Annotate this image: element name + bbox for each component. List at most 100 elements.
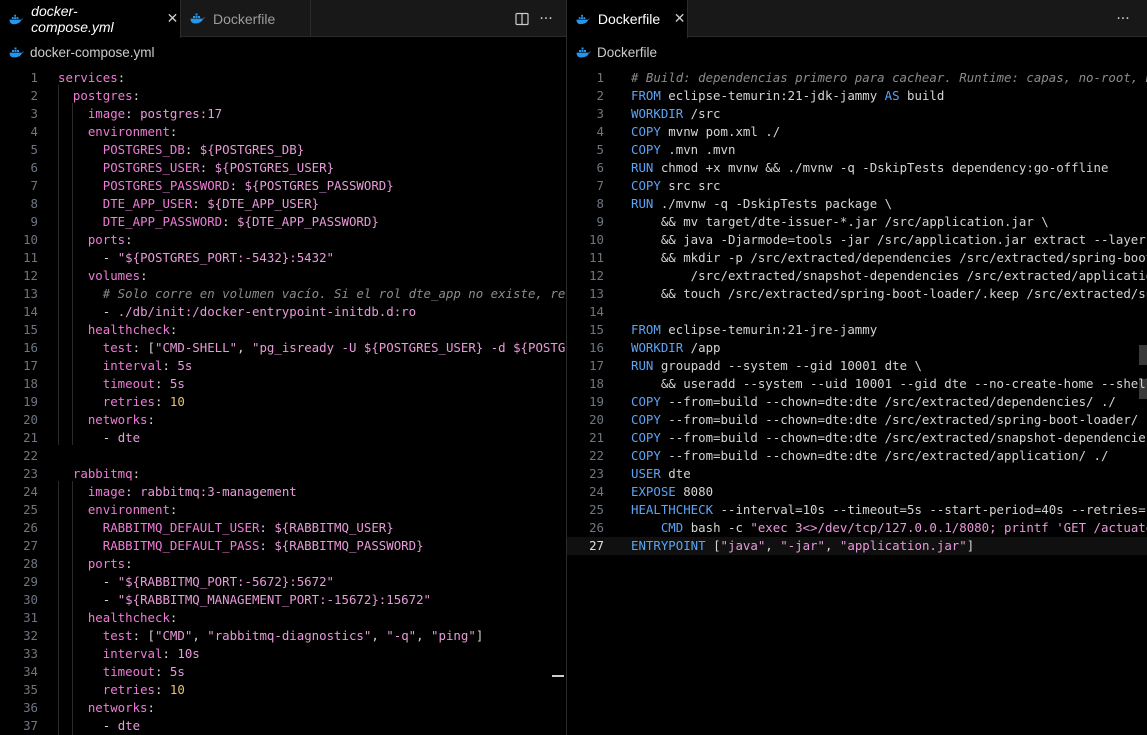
code-line[interactable]: 10 ports:	[0, 231, 566, 249]
tab-docker-compose[interactable]: docker-compose.yml ✕	[0, 0, 181, 38]
code-line[interactable]: 17 interval: 5s	[0, 357, 566, 375]
code-line[interactable]: 10 && java -Djarmode=tools -jar /src/app…	[567, 231, 1147, 249]
breadcrumb[interactable]: Dockerfile	[567, 37, 1147, 67]
code-line[interactable]: 1 services:	[0, 69, 566, 87]
code-line[interactable]: 4 COPY mvnw pom.xml ./	[567, 123, 1147, 141]
code-line[interactable]: 16 test: ["CMD-SHELL", "pg_isready -U ${…	[0, 339, 566, 357]
code-line[interactable]: 15 FROM eclipse-temurin:21-jre-jammy	[567, 321, 1147, 339]
code-token: :	[162, 358, 178, 373]
code-line[interactable]: 24 EXPOSE 8080	[567, 483, 1147, 501]
code-line[interactable]: 17 RUN groupadd --system --gid 10001 dte …	[567, 357, 1147, 375]
tab-dockerfile[interactable]: Dockerfile	[181, 0, 311, 37]
code-line[interactable]: 13 # Solo corre en volumen vacío. Si el …	[0, 285, 566, 303]
code-line[interactable]: 24 image: rabbitmq:3-management	[0, 483, 566, 501]
code-line[interactable]: 27 RABBITMQ_DEFAULT_PASS: ${RABBITMQ_PAS…	[0, 537, 566, 555]
code-line[interactable]: 11 - "${POSTGRES_PORT:-5432}:5432"	[0, 249, 566, 267]
code-line[interactable]: 8 DTE_APP_USER: ${DTE_APP_USER}	[0, 195, 566, 213]
code-line[interactable]: 21 COPY --from=build --chown=dte:dte /src…	[567, 429, 1147, 447]
code-line[interactable]: 9 DTE_APP_PASSWORD: ${DTE_APP_PASSWORD}	[0, 213, 566, 231]
code-token: -	[58, 592, 118, 607]
code-line[interactable]: 25 environment:	[0, 501, 566, 519]
code-token: "-jar"	[780, 538, 825, 553]
line-number: 2	[30, 88, 38, 103]
code-line[interactable]: 12 volumes:	[0, 267, 566, 285]
code-text: POSTGRES_PASSWORD: ${POSTGRES_PASSWORD}	[58, 177, 394, 195]
code-line[interactable]: 1 # Build: dependencias primero para cach…	[567, 69, 1147, 87]
code-text: COPY --from=build --chown=dte:dte /src/e…	[631, 393, 1116, 411]
code-line[interactable]: 11 && mkdir -p /src/extracted/dependenci…	[567, 249, 1147, 267]
code-line[interactable]: 36 networks:	[0, 699, 566, 717]
code-line[interactable]: 5 COPY .mvn .mvn	[567, 141, 1147, 159]
code-line[interactable]: 31 healthcheck:	[0, 609, 566, 627]
code-token: "${RABBITMQ_MANAGEMENT_PORT:-15672}:1567…	[117, 592, 431, 607]
code-text: WORKDIR /app	[631, 339, 721, 357]
more-actions-icon[interactable]: ···	[534, 8, 558, 30]
code-line[interactable]: 14 - ./db/init:/docker-entrypoint-initdb…	[0, 303, 566, 321]
code-line[interactable]: 12 /src/extracted/snapshot-dependencies …	[567, 267, 1147, 285]
close-icon[interactable]: ✕	[672, 11, 687, 27]
code-line[interactable]: 27 ENTRYPOINT ["java", "-jar", "applicati…	[567, 537, 1147, 555]
code-line[interactable]: 5 POSTGRES_DB: ${POSTGRES_DB}	[0, 141, 566, 159]
code-line[interactable]: 7 POSTGRES_PASSWORD: ${POSTGRES_PASSWORD…	[0, 177, 566, 195]
tab-dockerfile[interactable]: Dockerfile ✕	[567, 0, 688, 38]
code-token: COPY	[631, 178, 661, 193]
code-line[interactable]: 28 ports:	[0, 555, 566, 573]
code-line[interactable]: 19 retries: 10	[0, 393, 566, 411]
close-icon[interactable]: ✕	[165, 11, 180, 27]
code-line[interactable]: 9 && mv target/dte-issuer-*.jar /src/app…	[567, 213, 1147, 231]
code-token: RUN	[631, 358, 654, 373]
code-line[interactable]: 20 networks:	[0, 411, 566, 429]
line-number: 14	[589, 304, 604, 319]
code-line[interactable]: 14	[567, 303, 1147, 321]
code-line[interactable]: 23 rabbitmq:	[0, 465, 566, 483]
code-line[interactable]: 22 COPY --from=build --chown=dte:dte /src…	[567, 447, 1147, 465]
code-line[interactable]: 26 CMD bash -c "exec 3<>/dev/tcp/127.0.0…	[567, 519, 1147, 537]
code-line[interactable]: 23 USER dte	[567, 465, 1147, 483]
code-line[interactable]: 3 image: postgres:17	[0, 105, 566, 123]
code-line[interactable]: 13 && touch /src/extracted/spring-boot-l…	[567, 285, 1147, 303]
code-line[interactable]: 18 timeout: 5s	[0, 375, 566, 393]
code-line[interactable]: 29 - "${RABBITMQ_PORT:-5672}:5672"	[0, 573, 566, 591]
code-line[interactable]: 21 - dte	[0, 429, 566, 447]
code-line[interactable]: 15 healthcheck:	[0, 321, 566, 339]
code-text: test: ["CMD", "rabbitmq-diagnostics", "-…	[58, 627, 484, 645]
code-line[interactable]: 25 HEALTHCHECK --interval=10s --timeout=5…	[567, 501, 1147, 519]
code-line[interactable]: 26 RABBITMQ_DEFAULT_USER: ${RABBITMQ_USE…	[0, 519, 566, 537]
code-line[interactable]: 7 COPY src src	[567, 177, 1147, 195]
line-number: 3	[30, 106, 38, 121]
code-token: AS	[884, 88, 900, 103]
code-token: -	[58, 430, 118, 445]
code-text: image: rabbitmq:3-management	[58, 483, 297, 501]
code-line[interactable]: 3 WORKDIR /src	[567, 105, 1147, 123]
code-line[interactable]: 8 RUN ./mvnw -q -DskipTests package \	[567, 195, 1147, 213]
code-line[interactable]: 19 COPY --from=build --chown=dte:dte /src…	[567, 393, 1147, 411]
code-line[interactable]: 6 RUN chmod +x mvnw && ./mvnw -q -DskipTe…	[567, 159, 1147, 177]
code-line[interactable]: 35 retries: 10	[0, 681, 566, 699]
code-editor[interactable]: 1 services: 2 postgres: 3 image: postgres:1…	[0, 67, 566, 735]
code-line[interactable]: 30 - "${RABBITMQ_MANAGEMENT_PORT:-15672}…	[0, 591, 566, 609]
code-line[interactable]: 34 timeout: 5s	[0, 663, 566, 681]
breadcrumb[interactable]: docker-compose.yml	[0, 37, 566, 67]
code-editor[interactable]: 1 # Build: dependencias primero para cach…	[567, 67, 1147, 735]
code-line[interactable]: 32 test: ["CMD", "rabbitmq-diagnostics",…	[0, 627, 566, 645]
line-number: 24	[589, 484, 604, 499]
code-line[interactable]: 6 POSTGRES_USER: ${POSTGRES_USER}	[0, 159, 566, 177]
code-token: dte	[117, 718, 141, 733]
split-editor-icon[interactable]	[510, 8, 534, 30]
code-token: healthcheck	[87, 322, 170, 337]
code-token: dte	[660, 466, 691, 481]
more-actions-icon[interactable]: ···	[1111, 8, 1135, 30]
code-line[interactable]: 33 interval: 10s	[0, 645, 566, 663]
code-line[interactable]: 22	[0, 447, 566, 465]
code-line[interactable]: 16 WORKDIR /app	[567, 339, 1147, 357]
code-line[interactable]: 37 - dte	[0, 717, 566, 735]
code-text: environment:	[58, 123, 178, 141]
code-line[interactable]: 2 FROM eclipse-temurin:21-jdk-jammy AS bu…	[567, 87, 1147, 105]
code-line[interactable]: 2 postgres:	[0, 87, 566, 105]
code-token: eclipse-temurin:21-jdk-jammy	[660, 88, 885, 103]
code-line[interactable]: 18 && useradd --system --uid 10001 --gid…	[567, 375, 1147, 393]
code-line[interactable]: 4 environment:	[0, 123, 566, 141]
code-line[interactable]: 20 COPY --from=build --chown=dte:dte /src…	[567, 411, 1147, 429]
